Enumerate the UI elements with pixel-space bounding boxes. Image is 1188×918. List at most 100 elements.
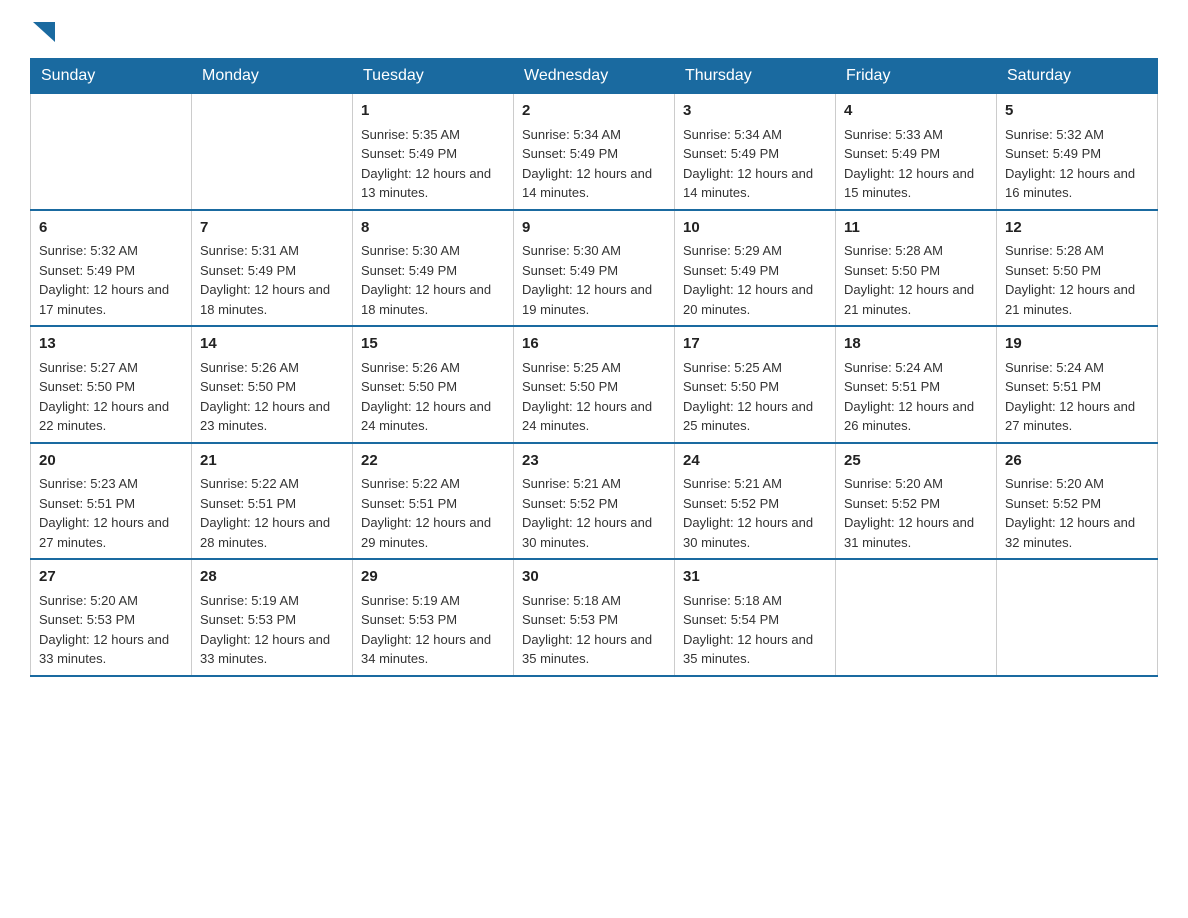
calendar-cell: 8Sunrise: 5:30 AMSunset: 5:49 PMDaylight… — [353, 210, 514, 327]
day-info: Sunrise: 5:21 AMSunset: 5:52 PMDaylight:… — [522, 474, 666, 552]
day-info: Sunrise: 5:27 AMSunset: 5:50 PMDaylight:… — [39, 358, 183, 436]
day-info: Sunrise: 5:22 AMSunset: 5:51 PMDaylight:… — [200, 474, 344, 552]
day-info: Sunrise: 5:19 AMSunset: 5:53 PMDaylight:… — [361, 591, 505, 669]
day-info: Sunrise: 5:29 AMSunset: 5:49 PMDaylight:… — [683, 241, 827, 319]
calendar-cell: 15Sunrise: 5:26 AMSunset: 5:50 PMDayligh… — [353, 326, 514, 443]
calendar-week-row: 20Sunrise: 5:23 AMSunset: 5:51 PMDayligh… — [31, 443, 1158, 560]
calendar-cell: 17Sunrise: 5:25 AMSunset: 5:50 PMDayligh… — [675, 326, 836, 443]
calendar-week-row: 13Sunrise: 5:27 AMSunset: 5:50 PMDayligh… — [31, 326, 1158, 443]
calendar-cell — [836, 559, 997, 676]
day-info: Sunrise: 5:34 AMSunset: 5:49 PMDaylight:… — [522, 125, 666, 203]
calendar-cell: 5Sunrise: 5:32 AMSunset: 5:49 PMDaylight… — [997, 94, 1158, 210]
page-header — [30, 20, 1158, 48]
calendar-cell: 12Sunrise: 5:28 AMSunset: 5:50 PMDayligh… — [997, 210, 1158, 327]
calendar-week-row: 27Sunrise: 5:20 AMSunset: 5:53 PMDayligh… — [31, 559, 1158, 676]
calendar-cell: 19Sunrise: 5:24 AMSunset: 5:51 PMDayligh… — [997, 326, 1158, 443]
weekday-header-monday: Monday — [192, 59, 353, 94]
day-info: Sunrise: 5:28 AMSunset: 5:50 PMDaylight:… — [844, 241, 988, 319]
calendar-cell: 23Sunrise: 5:21 AMSunset: 5:52 PMDayligh… — [514, 443, 675, 560]
logo — [30, 20, 55, 48]
calendar-week-row: 6Sunrise: 5:32 AMSunset: 5:49 PMDaylight… — [31, 210, 1158, 327]
day-number: 7 — [200, 217, 344, 240]
day-info: Sunrise: 5:20 AMSunset: 5:52 PMDaylight:… — [844, 474, 988, 552]
day-info: Sunrise: 5:20 AMSunset: 5:53 PMDaylight:… — [39, 591, 183, 669]
day-number: 22 — [361, 450, 505, 473]
weekday-header-sunday: Sunday — [31, 59, 192, 94]
day-info: Sunrise: 5:24 AMSunset: 5:51 PMDaylight:… — [844, 358, 988, 436]
day-number: 11 — [844, 217, 988, 240]
day-info: Sunrise: 5:19 AMSunset: 5:53 PMDaylight:… — [200, 591, 344, 669]
day-info: Sunrise: 5:30 AMSunset: 5:49 PMDaylight:… — [361, 241, 505, 319]
day-info: Sunrise: 5:20 AMSunset: 5:52 PMDaylight:… — [1005, 474, 1149, 552]
calendar-cell: 21Sunrise: 5:22 AMSunset: 5:51 PMDayligh… — [192, 443, 353, 560]
day-number: 2 — [522, 100, 666, 123]
day-info: Sunrise: 5:28 AMSunset: 5:50 PMDaylight:… — [1005, 241, 1149, 319]
day-number: 5 — [1005, 100, 1149, 123]
calendar-cell — [997, 559, 1158, 676]
day-number: 27 — [39, 566, 183, 589]
weekday-header-saturday: Saturday — [997, 59, 1158, 94]
day-number: 23 — [522, 450, 666, 473]
calendar-cell: 2Sunrise: 5:34 AMSunset: 5:49 PMDaylight… — [514, 94, 675, 210]
day-number: 20 — [39, 450, 183, 473]
day-number: 16 — [522, 333, 666, 356]
calendar-cell: 29Sunrise: 5:19 AMSunset: 5:53 PMDayligh… — [353, 559, 514, 676]
calendar-cell: 25Sunrise: 5:20 AMSunset: 5:52 PMDayligh… — [836, 443, 997, 560]
day-info: Sunrise: 5:35 AMSunset: 5:49 PMDaylight:… — [361, 125, 505, 203]
day-info: Sunrise: 5:24 AMSunset: 5:51 PMDaylight:… — [1005, 358, 1149, 436]
day-number: 31 — [683, 566, 827, 589]
day-info: Sunrise: 5:33 AMSunset: 5:49 PMDaylight:… — [844, 125, 988, 203]
day-number: 29 — [361, 566, 505, 589]
calendar-cell: 7Sunrise: 5:31 AMSunset: 5:49 PMDaylight… — [192, 210, 353, 327]
day-number: 19 — [1005, 333, 1149, 356]
day-info: Sunrise: 5:23 AMSunset: 5:51 PMDaylight:… — [39, 474, 183, 552]
day-number: 28 — [200, 566, 344, 589]
calendar-cell: 20Sunrise: 5:23 AMSunset: 5:51 PMDayligh… — [31, 443, 192, 560]
weekday-header-wednesday: Wednesday — [514, 59, 675, 94]
weekday-header-tuesday: Tuesday — [353, 59, 514, 94]
calendar-cell: 13Sunrise: 5:27 AMSunset: 5:50 PMDayligh… — [31, 326, 192, 443]
calendar-cell: 6Sunrise: 5:32 AMSunset: 5:49 PMDaylight… — [31, 210, 192, 327]
weekday-header-friday: Friday — [836, 59, 997, 94]
day-number: 8 — [361, 217, 505, 240]
calendar-cell — [31, 94, 192, 210]
day-number: 17 — [683, 333, 827, 356]
calendar-body: 1Sunrise: 5:35 AMSunset: 5:49 PMDaylight… — [31, 94, 1158, 676]
calendar-header: SundayMondayTuesdayWednesdayThursdayFrid… — [31, 59, 1158, 94]
day-info: Sunrise: 5:34 AMSunset: 5:49 PMDaylight:… — [683, 125, 827, 203]
day-number: 12 — [1005, 217, 1149, 240]
day-number: 9 — [522, 217, 666, 240]
calendar-cell: 31Sunrise: 5:18 AMSunset: 5:54 PMDayligh… — [675, 559, 836, 676]
calendar-cell: 11Sunrise: 5:28 AMSunset: 5:50 PMDayligh… — [836, 210, 997, 327]
calendar-cell: 22Sunrise: 5:22 AMSunset: 5:51 PMDayligh… — [353, 443, 514, 560]
calendar-cell: 18Sunrise: 5:24 AMSunset: 5:51 PMDayligh… — [836, 326, 997, 443]
calendar-cell: 1Sunrise: 5:35 AMSunset: 5:49 PMDaylight… — [353, 94, 514, 210]
weekday-header-row: SundayMondayTuesdayWednesdayThursdayFrid… — [31, 59, 1158, 94]
day-info: Sunrise: 5:18 AMSunset: 5:53 PMDaylight:… — [522, 591, 666, 669]
calendar-week-row: 1Sunrise: 5:35 AMSunset: 5:49 PMDaylight… — [31, 94, 1158, 210]
day-number: 10 — [683, 217, 827, 240]
day-number: 14 — [200, 333, 344, 356]
calendar-cell: 9Sunrise: 5:30 AMSunset: 5:49 PMDaylight… — [514, 210, 675, 327]
day-info: Sunrise: 5:26 AMSunset: 5:50 PMDaylight:… — [200, 358, 344, 436]
calendar-cell: 3Sunrise: 5:34 AMSunset: 5:49 PMDaylight… — [675, 94, 836, 210]
calendar-cell — [192, 94, 353, 210]
calendar-cell: 27Sunrise: 5:20 AMSunset: 5:53 PMDayligh… — [31, 559, 192, 676]
calendar-table: SundayMondayTuesdayWednesdayThursdayFrid… — [30, 58, 1158, 677]
day-number: 13 — [39, 333, 183, 356]
day-info: Sunrise: 5:18 AMSunset: 5:54 PMDaylight:… — [683, 591, 827, 669]
calendar-cell: 24Sunrise: 5:21 AMSunset: 5:52 PMDayligh… — [675, 443, 836, 560]
calendar-cell: 4Sunrise: 5:33 AMSunset: 5:49 PMDaylight… — [836, 94, 997, 210]
calendar-cell: 28Sunrise: 5:19 AMSunset: 5:53 PMDayligh… — [192, 559, 353, 676]
logo-triangle-icon — [33, 22, 55, 48]
calendar-cell: 14Sunrise: 5:26 AMSunset: 5:50 PMDayligh… — [192, 326, 353, 443]
calendar-cell: 16Sunrise: 5:25 AMSunset: 5:50 PMDayligh… — [514, 326, 675, 443]
day-info: Sunrise: 5:32 AMSunset: 5:49 PMDaylight:… — [39, 241, 183, 319]
day-number: 6 — [39, 217, 183, 240]
day-number: 1 — [361, 100, 505, 123]
day-number: 26 — [1005, 450, 1149, 473]
day-number: 18 — [844, 333, 988, 356]
day-info: Sunrise: 5:21 AMSunset: 5:52 PMDaylight:… — [683, 474, 827, 552]
day-info: Sunrise: 5:26 AMSunset: 5:50 PMDaylight:… — [361, 358, 505, 436]
day-number: 3 — [683, 100, 827, 123]
